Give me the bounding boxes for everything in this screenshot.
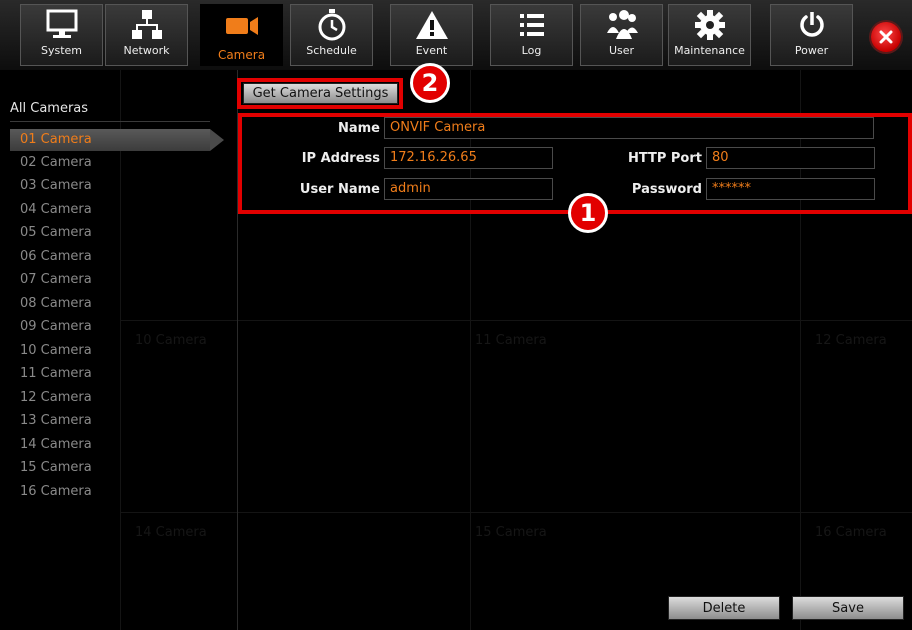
camera-list-item-15[interactable]: 15 Camera <box>10 457 210 479</box>
grid-divider <box>120 512 912 513</box>
ip-address-field[interactable]: 172.16.26.65 <box>384 147 553 169</box>
camera-list-item-07[interactable]: 07 Camera <box>10 269 210 291</box>
annotation-badge-1: 1 <box>568 193 608 233</box>
camera-name-field[interactable]: ONVIF Camera <box>384 117 874 139</box>
selected-arrow-icon <box>210 129 224 151</box>
clock-icon <box>316 5 348 45</box>
toolbar-event-button[interactable]: Event <box>390 4 473 66</box>
power-icon <box>797 5 827 45</box>
http-port-label: HTTP Port <box>627 151 702 166</box>
sidebar-divider <box>10 121 210 122</box>
toolbar-log-button[interactable]: Log <box>490 4 573 66</box>
save-button[interactable]: Save <box>792 596 904 620</box>
annotation-badge-2: 2 <box>410 63 450 103</box>
network-icon <box>130 5 164 45</box>
camera-icon <box>222 5 262 45</box>
camera-list-item-10[interactable]: 10 Camera <box>10 340 210 362</box>
gear-icon <box>693 5 727 45</box>
background-camera-tile: 14 Camera <box>135 525 207 540</box>
background-camera-tile: 11 Camera <box>475 333 547 348</box>
sidebar-heading[interactable]: All Cameras <box>10 101 88 116</box>
camera-list-item-06[interactable]: 06 Camera <box>10 246 210 268</box>
name-label: Name <box>337 121 380 136</box>
get-camera-settings-button[interactable]: Get Camera Settings <box>243 83 398 104</box>
ip-address-label: IP Address <box>301 151 380 166</box>
password-field[interactable]: ****** <box>706 178 875 200</box>
toolbar-user-label: User <box>608 44 635 57</box>
users-icon <box>604 5 640 45</box>
background-camera-tile: 16 Camera <box>815 525 887 540</box>
monitor-icon <box>45 5 79 45</box>
camera-list-item-03[interactable]: 03 Camera <box>10 175 210 197</box>
top-toolbar: System Network Camera Schedule Event Log <box>0 0 912 70</box>
toolbar-schedule-button[interactable]: Schedule <box>290 4 373 66</box>
toolbar-power-button[interactable]: Power <box>770 4 853 66</box>
camera-list-item-05[interactable]: 05 Camera <box>10 222 210 244</box>
toolbar-network-button[interactable]: Network <box>105 4 188 66</box>
close-icon[interactable] <box>871 22 901 52</box>
toolbar-system-button[interactable]: System <box>20 4 103 66</box>
background-camera-tile: 15 Camera <box>475 525 547 540</box>
password-label: Password <box>631 182 702 197</box>
camera-list-item-12[interactable]: 12 Camera <box>10 387 210 409</box>
toolbar-maintenance-label: Maintenance <box>674 44 745 57</box>
camera-list-item-14[interactable]: 14 Camera <box>10 434 210 456</box>
camera-list-item-11[interactable]: 11 Camera <box>10 363 210 385</box>
camera-list-item-13[interactable]: 13 Camera <box>10 410 210 432</box>
camera-list-item-09[interactable]: 09 Camera <box>10 316 210 338</box>
toolbar-event-label: Event <box>415 44 448 57</box>
toolbar-camera-label: Camera <box>217 48 266 62</box>
toolbar-log-label: Log <box>521 44 542 57</box>
camera-list-item-02[interactable]: 02 Camera <box>10 152 210 174</box>
toolbar-power-label: Power <box>794 44 829 57</box>
list-icon <box>517 5 547 45</box>
toolbar-system-label: System <box>40 44 83 57</box>
toolbar-schedule-label: Schedule <box>306 44 357 57</box>
camera-list-item-04[interactable]: 04 Camera <box>10 199 210 221</box>
toolbar-camera-button[interactable]: Camera <box>200 4 283 66</box>
user-name-field[interactable]: admin <box>384 178 553 200</box>
camera-list-item-01[interactable]: 01 Camera <box>10 129 210 151</box>
grid-divider <box>120 320 912 321</box>
http-port-field[interactable]: 80 <box>706 147 875 169</box>
camera-list-item-08[interactable]: 08 Camera <box>10 293 210 315</box>
toolbar-maintenance-button[interactable]: Maintenance <box>668 4 751 66</box>
user-name-label: User Name <box>299 182 380 197</box>
camera-list-item-16[interactable]: 16 Camera <box>10 481 210 503</box>
warning-icon <box>414 5 450 45</box>
delete-button[interactable]: Delete <box>668 596 780 620</box>
background-camera-tile: 12 Camera <box>815 333 887 348</box>
toolbar-network-label: Network <box>123 44 170 57</box>
toolbar-user-button[interactable]: User <box>580 4 663 66</box>
